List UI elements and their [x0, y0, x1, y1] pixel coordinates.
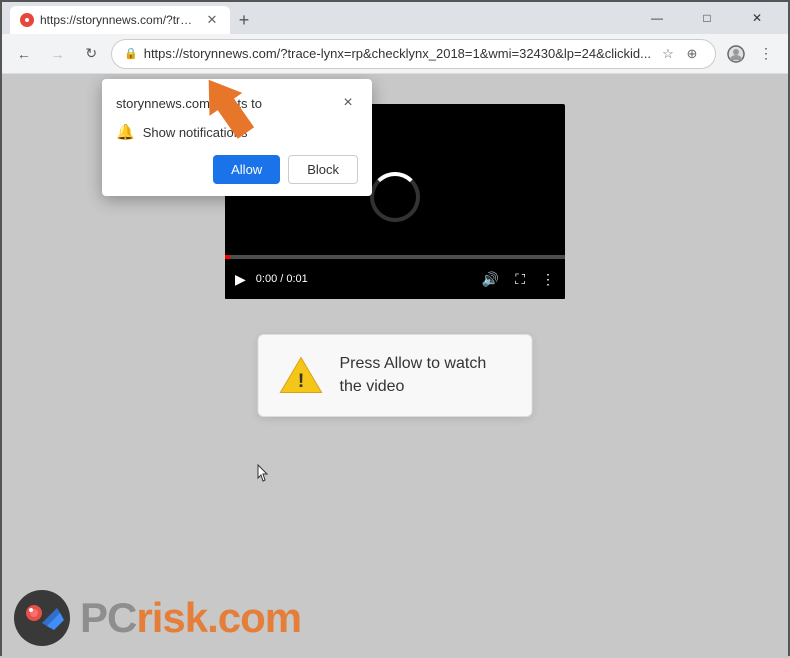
- title-bar: https://storynnews.com/?trace-ly... ✕ + …: [2, 2, 788, 34]
- address-text: https://storynnews.com/?trace-lynx=rp&ch…: [144, 46, 651, 61]
- svg-text:!: !: [298, 370, 305, 392]
- maximize-button[interactable]: □: [684, 2, 730, 34]
- refresh-button[interactable]: ↻: [77, 40, 105, 68]
- risk-text: risk.com: [136, 594, 301, 641]
- volume-button[interactable]: 🔊: [482, 271, 499, 288]
- video-controls: ▶ 0:00 / 0:01 🔊 ⛶ ⋮: [225, 259, 565, 299]
- message-text: Press Allow to watch the video: [340, 353, 512, 398]
- extensions-button[interactable]: ⊕: [681, 43, 703, 65]
- tab-favicon: [20, 13, 34, 27]
- video-time: 0:00 / 0:01: [256, 273, 308, 285]
- nav-extras: ⋮: [722, 40, 780, 68]
- tab-title: https://storynnews.com/?trace-ly...: [40, 13, 198, 27]
- menu-button[interactable]: ⋮: [752, 40, 780, 68]
- browser-content: storynnews.com wants to × 🔔 Show notific…: [2, 74, 788, 658]
- watermark-text: PCrisk.com: [80, 594, 301, 642]
- video-spinner: [370, 172, 420, 222]
- bell-icon: 🔔: [116, 123, 135, 141]
- address-actions: ☆ ⊕: [657, 43, 703, 65]
- navigation-bar: ← → ↻ 🔒 https://storynnews.com/?trace-ly…: [2, 34, 788, 74]
- pc-text: PC: [80, 594, 136, 641]
- play-button[interactable]: ▶: [235, 271, 246, 288]
- pcrisk-logo: [12, 588, 72, 648]
- tab-container: https://storynnews.com/?trace-ly... ✕ +: [10, 2, 630, 34]
- new-tab-button[interactable]: +: [230, 6, 258, 34]
- lock-icon: 🔒: [124, 47, 138, 60]
- active-tab[interactable]: https://storynnews.com/?trace-ly... ✕: [10, 6, 230, 34]
- forward-button[interactable]: →: [44, 40, 72, 68]
- popup-close-button[interactable]: ×: [338, 93, 358, 113]
- more-options-button[interactable]: ⋮: [541, 271, 555, 288]
- warning-icon: !: [279, 353, 324, 398]
- message-box: ! Press Allow to watch the video: [258, 334, 533, 417]
- address-bar[interactable]: 🔒 https://storynnews.com/?trace-lynx=rp&…: [111, 39, 716, 69]
- watermark: PCrisk.com: [12, 588, 301, 648]
- cursor: [257, 464, 269, 482]
- bookmark-button[interactable]: ☆: [657, 43, 679, 65]
- profile-button[interactable]: [722, 40, 750, 68]
- window-controls: — □ ✕: [634, 2, 780, 34]
- back-button[interactable]: ←: [10, 40, 38, 68]
- allow-button[interactable]: Allow: [213, 155, 280, 184]
- tab-close-button[interactable]: ✕: [204, 12, 220, 28]
- fullscreen-button[interactable]: ⛶: [515, 271, 525, 288]
- popup-buttons: Allow Block: [116, 155, 358, 184]
- close-button[interactable]: ✕: [734, 2, 780, 34]
- arrow-indicator: [187, 74, 267, 144]
- block-button[interactable]: Block: [288, 155, 358, 184]
- minimize-button[interactable]: —: [634, 2, 680, 34]
